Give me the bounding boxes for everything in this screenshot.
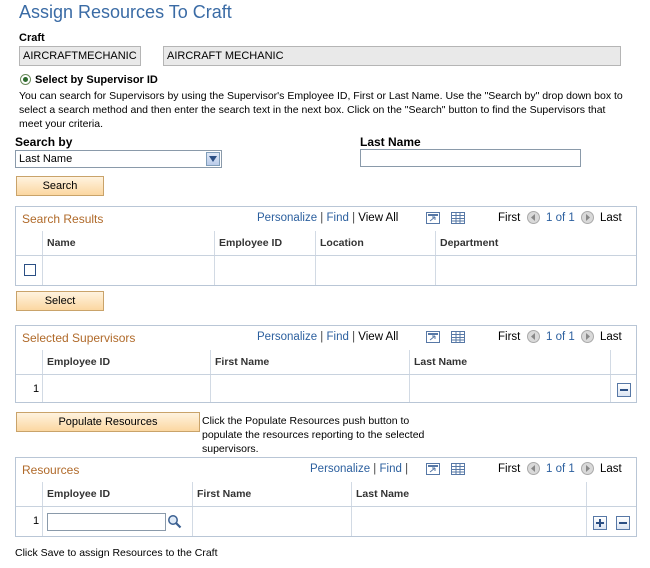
personalize-link[interactable]: Personalize	[257, 331, 317, 343]
resources-column-headers: Employee ID First Name Last Name	[16, 482, 636, 507]
nav-separator: |	[373, 463, 377, 475]
resource-employee-id-input[interactable]	[47, 513, 166, 531]
search-by-select[interactable]: Last Name	[15, 150, 222, 168]
search-results-header: Search Results Personalize | Find | View…	[16, 207, 636, 232]
col-last-name: Last Name	[351, 482, 587, 506]
first-label: First	[498, 331, 521, 343]
radio-selected-icon[interactable]	[20, 74, 31, 85]
craft-description-field: AIRCRAFT MECHANIC	[163, 46, 621, 66]
view-all-link[interactable]: View All	[358, 212, 398, 224]
resources-nav: Personalize | Find |	[310, 463, 408, 475]
populate-help-text: Click the Populate Resources push button…	[202, 415, 425, 455]
find-link[interactable]: Find	[327, 212, 349, 224]
table-row	[16, 256, 636, 285]
delete-row-icon[interactable]	[616, 516, 630, 530]
prev-arrow-icon[interactable]	[527, 462, 540, 475]
search-instructions: You can search for Supervisors by using …	[19, 90, 623, 130]
prev-arrow-icon[interactable]	[527, 330, 540, 343]
col-employee-id: Employee ID	[42, 350, 211, 374]
craft-label: Craft	[19, 32, 45, 44]
col-name: Name	[42, 231, 216, 255]
row-number: 1	[33, 515, 40, 527]
select-by-supervisor-label: Select by Supervisor ID	[35, 74, 158, 86]
lookup-icon[interactable]	[167, 514, 182, 529]
last-name-input[interactable]	[360, 149, 581, 167]
personalize-link[interactable]: Personalize	[310, 463, 370, 475]
nav-separator: |	[352, 212, 356, 224]
search-results-grid: Search Results Personalize | Find | View…	[15, 206, 637, 286]
first-label: First	[498, 463, 521, 475]
search-results-title: Search Results	[22, 212, 104, 226]
selected-supervisors-title: Selected Supervisors	[22, 331, 136, 345]
download-icon[interactable]	[451, 463, 465, 475]
search-results-nav: Personalize | Find | View All	[257, 212, 398, 224]
craft-code-field: AIRCRAFTMECHANIC	[19, 46, 141, 66]
next-arrow-icon[interactable]	[581, 330, 594, 343]
delete-row-icon[interactable]	[617, 383, 631, 397]
prev-arrow-icon[interactable]	[527, 211, 540, 224]
search-button[interactable]: Search	[16, 176, 104, 196]
page-title: Assign Resources To Craft	[19, 2, 232, 22]
search-by-value: Last Name	[19, 153, 73, 165]
col-employee-id: Employee ID	[214, 231, 316, 255]
last-name-label: Last Name	[360, 135, 421, 149]
last-label: Last	[600, 331, 622, 343]
nav-separator: |	[320, 212, 324, 224]
selected-supervisors-nav: Personalize | Find | View All	[257, 331, 398, 343]
zoom-icon[interactable]	[426, 212, 440, 224]
view-all-link[interactable]: View All	[358, 331, 398, 343]
search-results-column-headers: Name Employee ID Location Department	[16, 231, 636, 256]
first-label: First	[498, 212, 521, 224]
selected-supervisors-column-headers: Employee ID First Name Last Name	[16, 350, 636, 375]
zoom-icon[interactable]	[426, 331, 440, 343]
last-label: Last	[600, 212, 622, 224]
range-label: 1 of 1	[546, 331, 575, 343]
search-by-label: Search by	[15, 135, 73, 149]
checkbox-icon[interactable]	[24, 264, 36, 276]
personalize-link[interactable]: Personalize	[257, 212, 317, 224]
find-link[interactable]: Find	[380, 463, 402, 475]
resources-grid: Resources Personalize | Find | First 1 o…	[15, 457, 637, 537]
download-icon[interactable]	[451, 212, 465, 224]
table-row: 1	[16, 507, 636, 536]
col-department: Department	[435, 231, 637, 255]
nav-separator: |	[320, 331, 324, 343]
next-arrow-icon[interactable]	[581, 462, 594, 475]
next-arrow-icon[interactable]	[581, 211, 594, 224]
col-location: Location	[315, 231, 435, 255]
download-icon[interactable]	[451, 331, 465, 343]
resources-title: Resources	[22, 463, 80, 477]
row-number: 1	[33, 383, 40, 395]
select-button[interactable]: Select	[16, 291, 104, 311]
footer-note: Click Save to assign Resources to the Cr…	[15, 547, 218, 559]
selected-supervisors-header: Selected Supervisors Personalize | Find …	[16, 326, 636, 351]
nav-separator: |	[405, 463, 409, 475]
resources-header: Resources Personalize | Find | First 1 o…	[16, 458, 636, 483]
dropdown-arrow-icon[interactable]	[206, 152, 220, 166]
selected-supervisors-grid: Selected Supervisors Personalize | Find …	[15, 325, 637, 403]
col-first-name: First Name	[210, 350, 410, 374]
range-label: 1 of 1	[546, 212, 575, 224]
last-label: Last	[600, 463, 622, 475]
col-last-name: Last Name	[409, 350, 611, 374]
col-employee-id: Employee ID	[42, 482, 193, 506]
range-label: 1 of 1	[546, 463, 575, 475]
add-row-icon[interactable]	[593, 516, 607, 530]
col-first-name: First Name	[192, 482, 352, 506]
zoom-icon[interactable]	[426, 463, 440, 475]
find-link[interactable]: Find	[327, 331, 349, 343]
populate-resources-button[interactable]: Populate Resources	[16, 412, 200, 432]
table-row: 1	[16, 375, 636, 402]
nav-separator: |	[352, 331, 356, 343]
